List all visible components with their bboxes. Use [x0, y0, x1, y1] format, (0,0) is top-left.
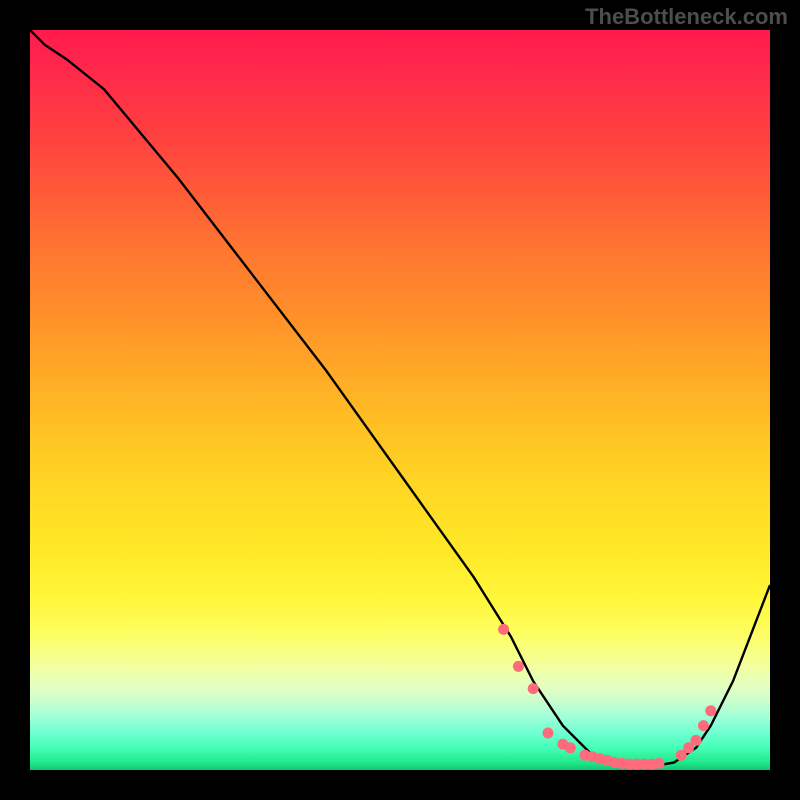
- data-marker: [698, 720, 709, 731]
- data-marker: [705, 705, 716, 716]
- data-marker: [654, 758, 665, 769]
- watermark-text: TheBottleneck.com: [585, 4, 788, 30]
- data-marker: [528, 683, 539, 694]
- data-marker: [513, 661, 524, 672]
- data-markers: [498, 624, 716, 770]
- bottleneck-curve: [30, 30, 770, 766]
- data-marker: [498, 624, 509, 635]
- data-marker: [691, 735, 702, 746]
- data-marker: [565, 742, 576, 753]
- chart-svg: [30, 30, 770, 770]
- plot-area: [30, 30, 770, 770]
- data-marker: [543, 728, 554, 739]
